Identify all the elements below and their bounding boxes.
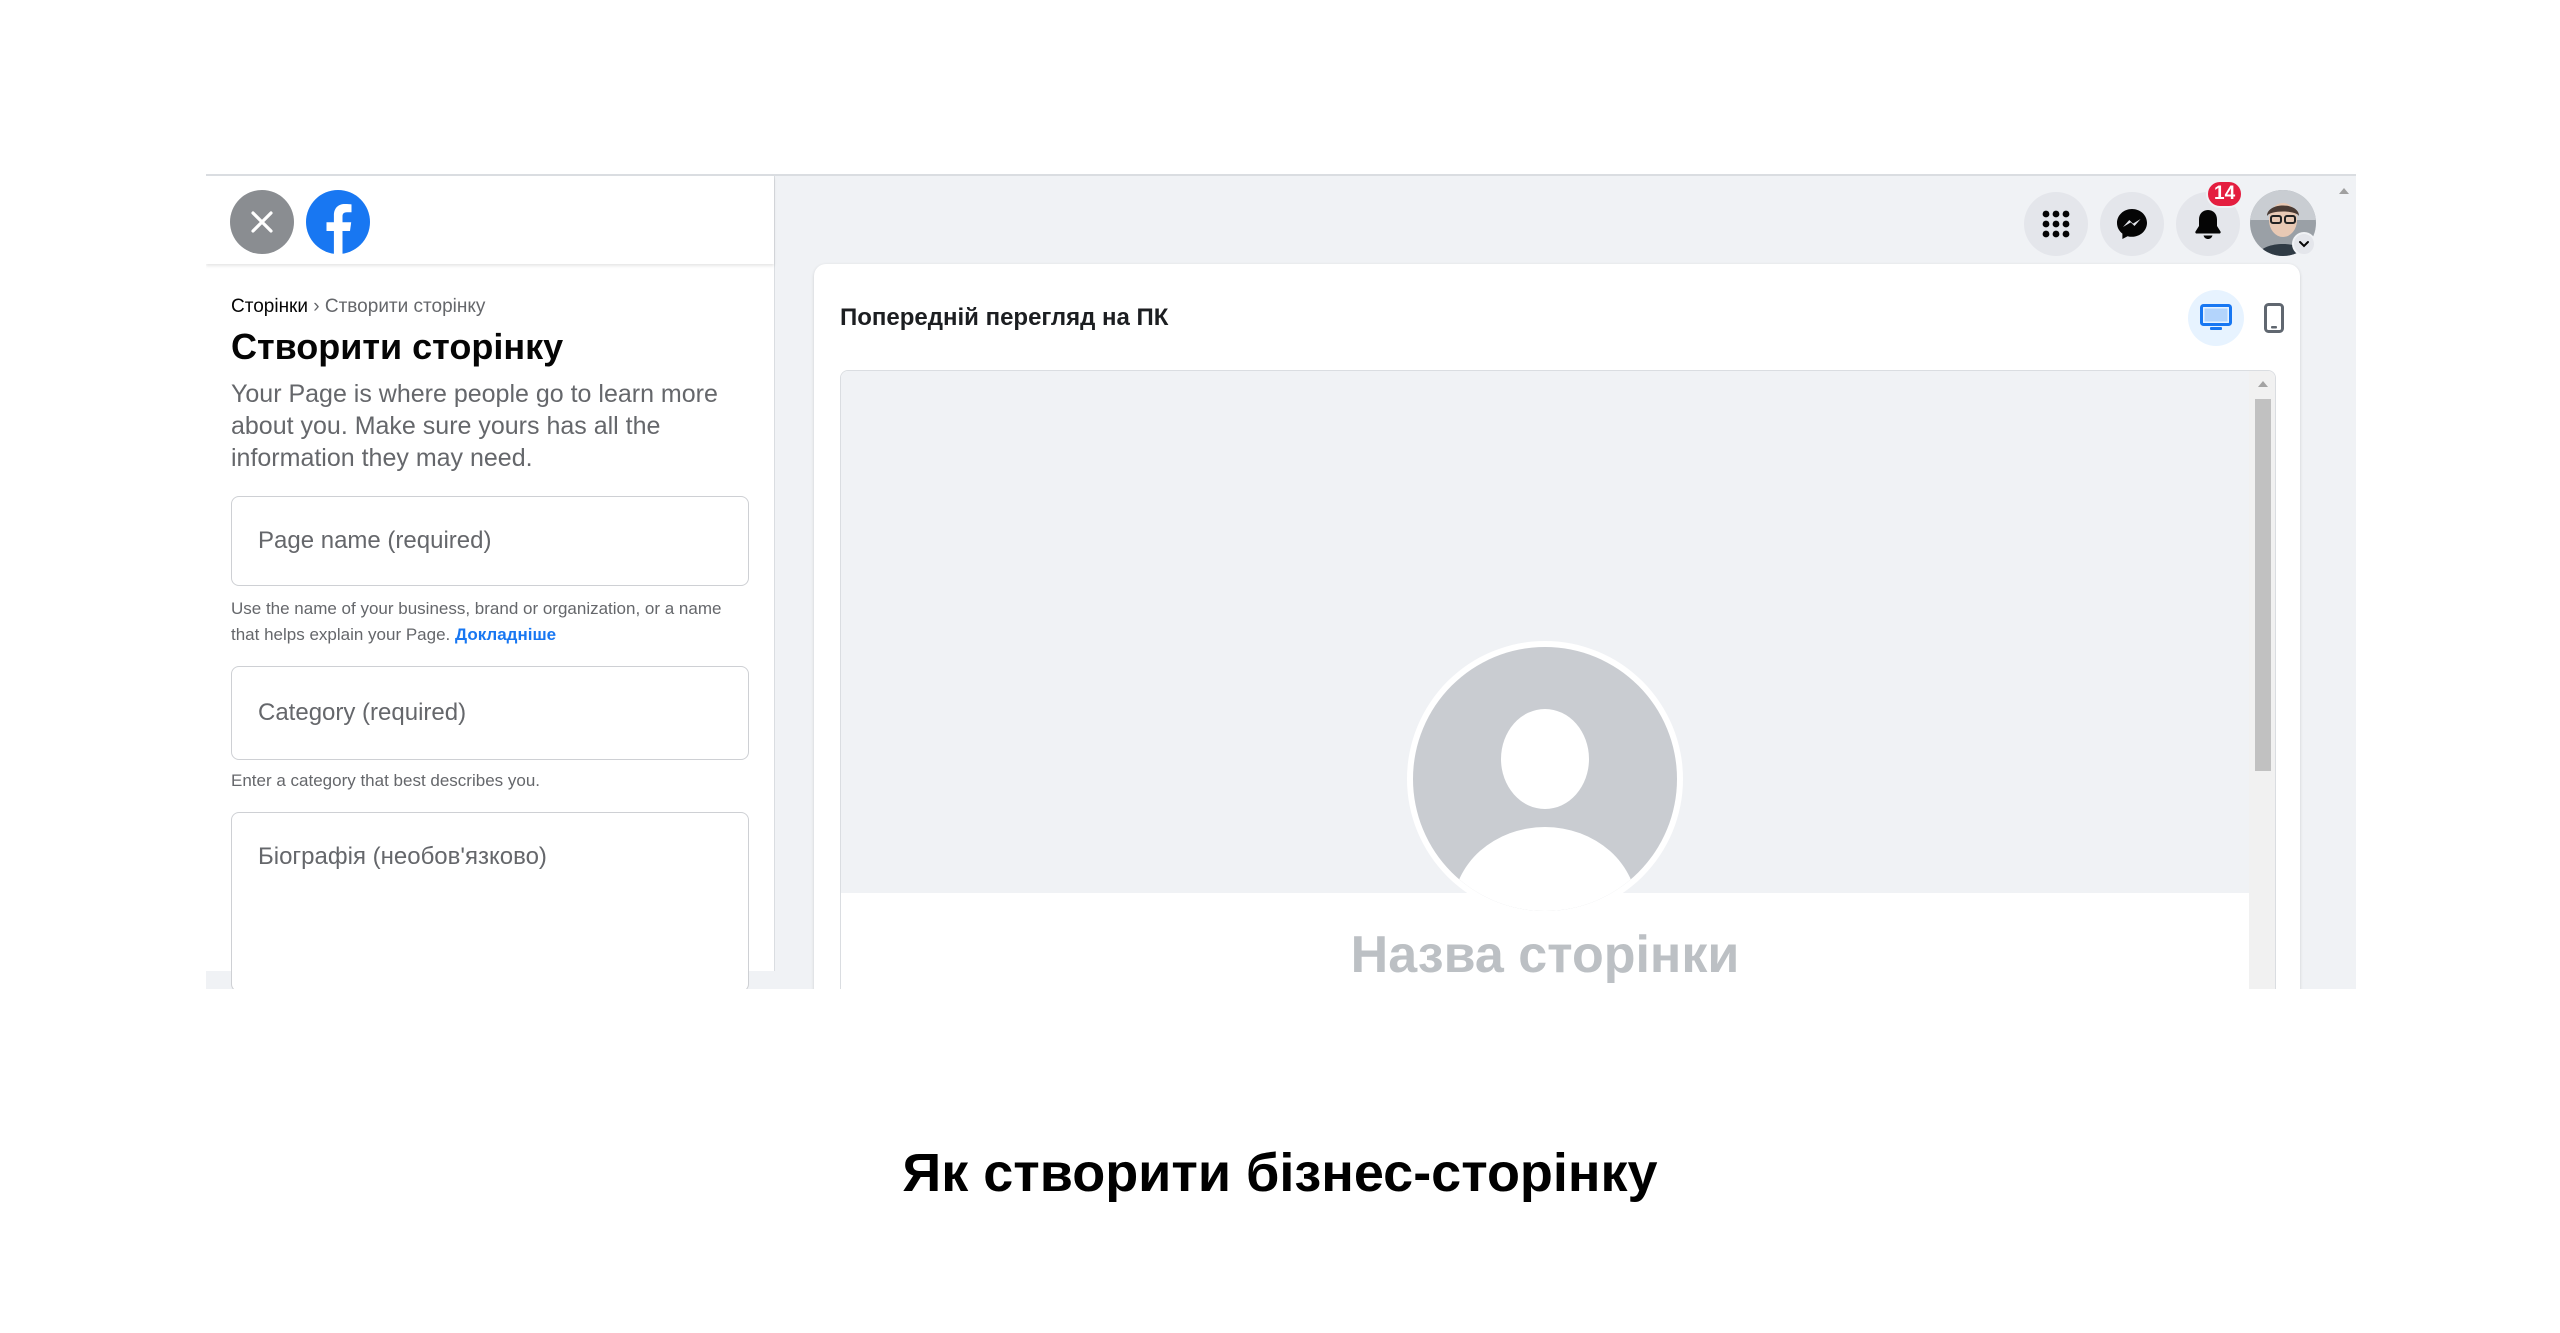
desktop-icon <box>2200 304 2232 330</box>
bio-textarea[interactable]: Біографія (необов'язково) <box>231 812 749 989</box>
screenshot-frame: Сторінки › Створити сторінку Створити ст… <box>206 174 2356 989</box>
close-icon <box>251 211 273 233</box>
page-name-input[interactable]: Page name (required) <box>231 496 749 586</box>
apps-grid-icon <box>2042 210 2070 238</box>
mobile-icon <box>2264 303 2284 333</box>
caption: Як створити бізнес-сторінку <box>902 1143 1658 1203</box>
preview-page-name: Назва сторінки <box>1350 926 1740 984</box>
category-hint: Enter a category that best describes you… <box>231 771 541 790</box>
profile-picture-placeholder <box>1407 641 1683 917</box>
page-scrollbar[interactable] <box>2332 176 2356 989</box>
preview-card: Попередній перегляд на ПК Назва сторінки <box>814 264 2300 989</box>
messenger-button[interactable] <box>2100 192 2164 256</box>
menu-button[interactable] <box>2024 192 2088 256</box>
intro-text: Your Page is where people go to learn mo… <box>231 380 718 472</box>
preview-frame: Назва сторінки <box>840 370 2276 989</box>
page-title: Створити сторінку <box>231 326 564 367</box>
panel-header <box>206 176 774 264</box>
account-menu-button[interactable] <box>2292 232 2316 256</box>
mobile-view-button[interactable] <box>2246 290 2302 346</box>
breadcrumb-current: Створити сторінку <box>324 296 486 317</box>
create-page-panel: Сторінки › Створити сторінку Створити ст… <box>206 176 774 989</box>
preview-title: Попередній перегляд на ПК <box>840 304 1169 331</box>
default-avatar-icon <box>1413 647 1677 911</box>
page-name-placeholder: Page name (required) <box>258 527 492 554</box>
breadcrumb-separator: › <box>307 296 325 317</box>
category-placeholder: Category (required) <box>258 699 467 726</box>
messenger-icon <box>2117 209 2147 239</box>
preview-scroll-thumb[interactable] <box>2255 399 2271 771</box>
preview-scrollbar[interactable] <box>2249 371 2275 989</box>
learn-more-link[interactable]: Докладніше <box>455 625 556 644</box>
bio-placeholder: Біографія (необов'язково) <box>258 843 547 870</box>
desktop-view-button[interactable] <box>2188 290 2244 346</box>
bell-icon <box>2195 210 2221 239</box>
facebook-logo-icon[interactable] <box>306 190 370 254</box>
chevron-down-icon <box>2299 241 2309 248</box>
scroll-up-arrow-icon[interactable] <box>2339 188 2349 194</box>
breadcrumb: Сторінки › Створити сторінку <box>231 296 485 318</box>
preview-scroll-up-arrow-icon[interactable] <box>2258 381 2268 387</box>
close-button[interactable] <box>230 190 294 254</box>
category-input[interactable]: Category (required) <box>231 666 749 760</box>
page-name-hint: Use the name of your business, brand or … <box>231 596 751 648</box>
breadcrumb-pages-link[interactable]: Сторінки <box>231 296 308 317</box>
notification-badge: 14 <box>2206 180 2244 208</box>
